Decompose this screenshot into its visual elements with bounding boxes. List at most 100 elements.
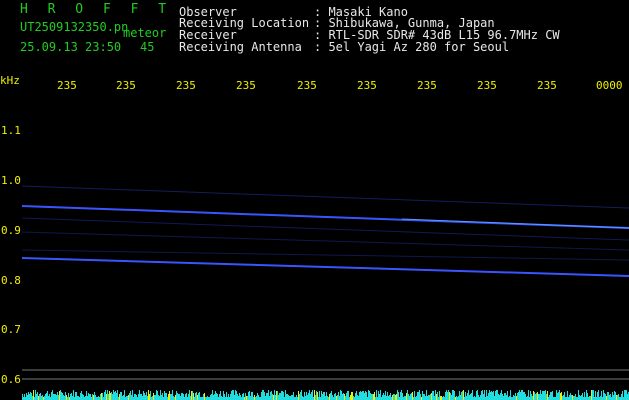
x-tick-label: 235 — [176, 79, 196, 92]
noise-bar — [189, 390, 190, 400]
noise-bar — [108, 394, 109, 400]
x-tick-label: 235 — [236, 79, 256, 92]
noise-bar — [265, 396, 266, 400]
noise-bar — [364, 393, 365, 400]
noise-bar — [449, 392, 450, 400]
noise-bar — [578, 390, 579, 400]
noise-bar — [437, 392, 438, 400]
noise-bar — [274, 390, 275, 400]
noise-bar — [76, 392, 77, 400]
noise-bar — [106, 394, 107, 400]
noise-bar — [314, 390, 315, 400]
noise-bar — [605, 394, 606, 400]
noise-bar — [110, 393, 111, 400]
y-tick-label: 1.0 — [1, 174, 21, 187]
noise-bar — [47, 391, 48, 400]
noise-bar — [447, 392, 448, 400]
noise-bar — [515, 393, 516, 400]
noise-bar — [398, 392, 399, 400]
noise-bar — [65, 392, 66, 400]
noise-bar — [83, 395, 84, 400]
noise-bar — [308, 393, 309, 400]
noise-bar — [101, 393, 102, 400]
noise-bar — [185, 394, 186, 400]
noise-bar — [24, 394, 25, 400]
noise-bar — [275, 395, 276, 400]
noise-bar — [242, 394, 243, 400]
noise-bar — [30, 392, 31, 400]
noise-bar — [426, 390, 427, 400]
noise-bar — [382, 395, 383, 400]
noise-bar — [183, 394, 184, 400]
noise-bar — [613, 395, 614, 400]
noise-bar — [406, 393, 407, 400]
noise-bar — [124, 390, 125, 400]
meteor-label: meteor — [123, 26, 167, 40]
noise-bar — [221, 396, 222, 400]
noise-bar — [293, 392, 294, 400]
noise-bar — [481, 391, 482, 400]
noise-bar — [53, 394, 54, 400]
noise-bar — [494, 396, 495, 400]
noise-bar — [188, 394, 189, 400]
noise-bar — [193, 393, 194, 400]
noise-bar — [341, 391, 342, 400]
noise-bar — [307, 395, 308, 400]
noise-bar — [423, 394, 424, 400]
datetime: 25.09.13 23:50 — [20, 40, 122, 54]
noise-bar — [94, 392, 95, 400]
noise-bar — [461, 392, 462, 400]
noise-bar — [130, 391, 131, 400]
noise-bar — [248, 392, 249, 400]
noise-bar — [409, 396, 410, 400]
noise-bar — [360, 391, 361, 400]
noise-bar — [149, 394, 150, 400]
noise-bar — [502, 394, 503, 400]
noise-bar — [575, 394, 576, 400]
noise-bar — [224, 394, 225, 400]
noise-bar — [252, 392, 253, 400]
noise-bar — [550, 392, 551, 400]
noise-bar — [45, 394, 46, 400]
noise-bar — [78, 396, 79, 400]
noise-bar — [282, 391, 283, 400]
noise-bar — [621, 394, 622, 400]
noise-bar — [64, 396, 65, 400]
noise-bar — [29, 394, 30, 400]
noise-bar — [237, 394, 238, 400]
noise-bar — [606, 396, 607, 400]
y-tick-label: 0.7 — [1, 323, 21, 336]
noise-bar — [56, 395, 57, 400]
noise-bar — [203, 394, 204, 400]
noise-bar — [480, 395, 481, 400]
noise-bar — [558, 392, 559, 400]
noise-bar — [286, 394, 287, 400]
noise-bar — [158, 395, 159, 400]
noise-bar — [219, 394, 220, 400]
noise-bar — [173, 396, 174, 400]
noise-bar — [51, 392, 52, 400]
noise-bar — [329, 394, 330, 400]
noise-bar — [525, 394, 526, 400]
noise-bar — [528, 390, 529, 400]
noise-bar — [532, 396, 533, 400]
noise-bar — [77, 396, 78, 400]
noise-bar — [597, 392, 598, 400]
x-tick-label: 235 — [357, 79, 377, 92]
noise-bar — [591, 390, 592, 400]
noise-bar — [73, 390, 74, 400]
noise-bar — [256, 396, 257, 400]
noise-bar — [228, 394, 229, 400]
noise-bar — [520, 392, 521, 400]
noise-bar — [147, 396, 148, 400]
noise-bar — [498, 394, 499, 400]
noise-bar — [33, 390, 34, 400]
noise-bar — [212, 390, 213, 400]
noise-bar — [211, 394, 212, 400]
meteor-count: 45 — [140, 40, 155, 54]
noise-bar — [161, 395, 162, 400]
noise-bar — [397, 390, 398, 400]
noise-bar — [530, 391, 531, 400]
noise-bar — [332, 395, 333, 400]
noise-bar — [150, 391, 151, 400]
